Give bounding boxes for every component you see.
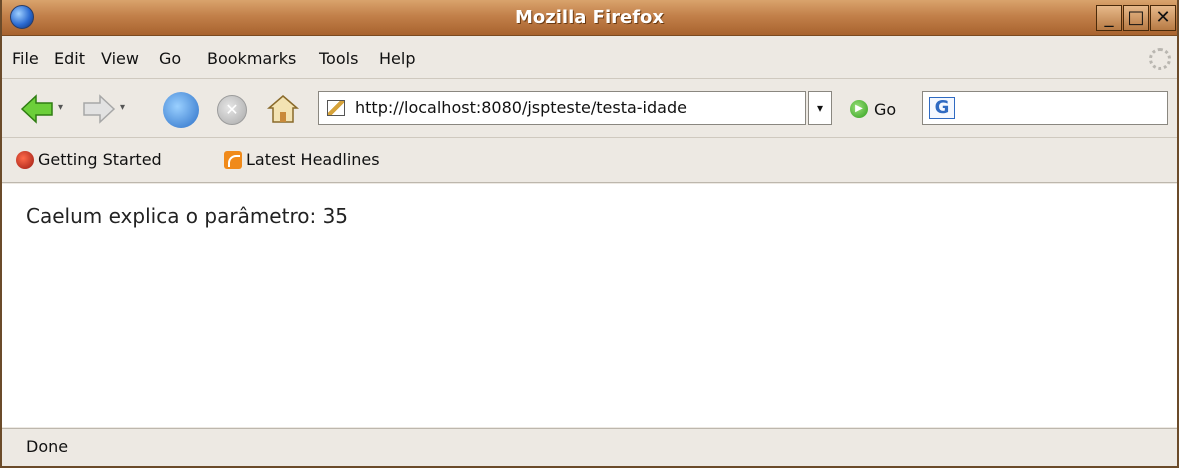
page-text: Caelum explica o parâmetro: 35 <box>26 204 349 228</box>
maximize-button[interactable]: □ <box>1123 5 1149 31</box>
menu-edit[interactable]: Edit <box>54 49 85 68</box>
menu-file[interactable]: File <box>12 49 39 68</box>
go-label: Go <box>874 99 897 119</box>
menu-view[interactable]: View <box>101 49 139 68</box>
bookmark-getting-started[interactable]: Getting Started <box>16 150 162 169</box>
url-history-dropdown[interactable]: ▾ <box>808 91 832 125</box>
navigation-toolbar: ▾ ▾ http://localhost:8080/jspteste/testa… <box>2 80 1177 138</box>
url-text[interactable]: http://localhost:8080/jspteste/testa-ida… <box>355 98 687 117</box>
title-bar: Mozilla Firefox _ □ ✕ <box>2 0 1177 36</box>
menu-bookmarks[interactable]: Bookmarks <box>207 49 296 68</box>
url-field[interactable]: http://localhost:8080/jspteste/testa-ida… <box>318 91 806 125</box>
reload-icon[interactable] <box>163 92 199 128</box>
firefox-icon <box>16 150 34 169</box>
forward-dropdown-icon[interactable]: ▾ <box>120 102 125 113</box>
menu-bar: File Edit View Go Bookmarks Tools Help <box>2 36 1177 79</box>
window-title: Mozilla Firefox <box>514 7 665 28</box>
forward-arrow-icon <box>83 94 116 124</box>
menu-go[interactable]: Go <box>159 49 181 68</box>
status-bar: Done <box>2 428 1177 466</box>
forward-button[interactable] <box>82 94 116 124</box>
stop-icon[interactable] <box>217 95 247 125</box>
back-arrow-icon <box>20 94 53 124</box>
menu-help[interactable]: Help <box>379 49 415 68</box>
bookmark-label: Getting Started <box>38 150 162 169</box>
search-field[interactable]: G <box>922 91 1168 125</box>
close-button[interactable]: ✕ <box>1150 5 1176 31</box>
browser-window: Mozilla Firefox _ □ ✕ File Edit View Go … <box>0 0 1179 468</box>
throbber-icon <box>1149 48 1171 70</box>
bookmarks-toolbar: Getting Started Latest Headlines <box>2 139 1177 183</box>
menu-tools[interactable]: Tools <box>319 49 358 68</box>
page-content: Caelum explica o parâmetro: 35 <box>2 184 1177 427</box>
home-icon[interactable] <box>266 92 300 126</box>
go-button[interactable]: ▶ Go <box>850 98 896 120</box>
google-search-engine-icon[interactable]: G <box>929 97 955 119</box>
back-dropdown-icon[interactable]: ▾ <box>58 102 63 113</box>
bookmark-label: Latest Headlines <box>246 150 380 169</box>
page-favicon-icon <box>327 100 345 116</box>
status-text: Done <box>26 437 69 456</box>
back-button[interactable] <box>20 94 53 124</box>
bookmark-latest-headlines[interactable]: Latest Headlines <box>224 150 380 169</box>
minimize-button[interactable]: _ <box>1096 5 1122 31</box>
rss-icon <box>224 150 242 169</box>
go-icon: ▶ <box>850 100 868 118</box>
